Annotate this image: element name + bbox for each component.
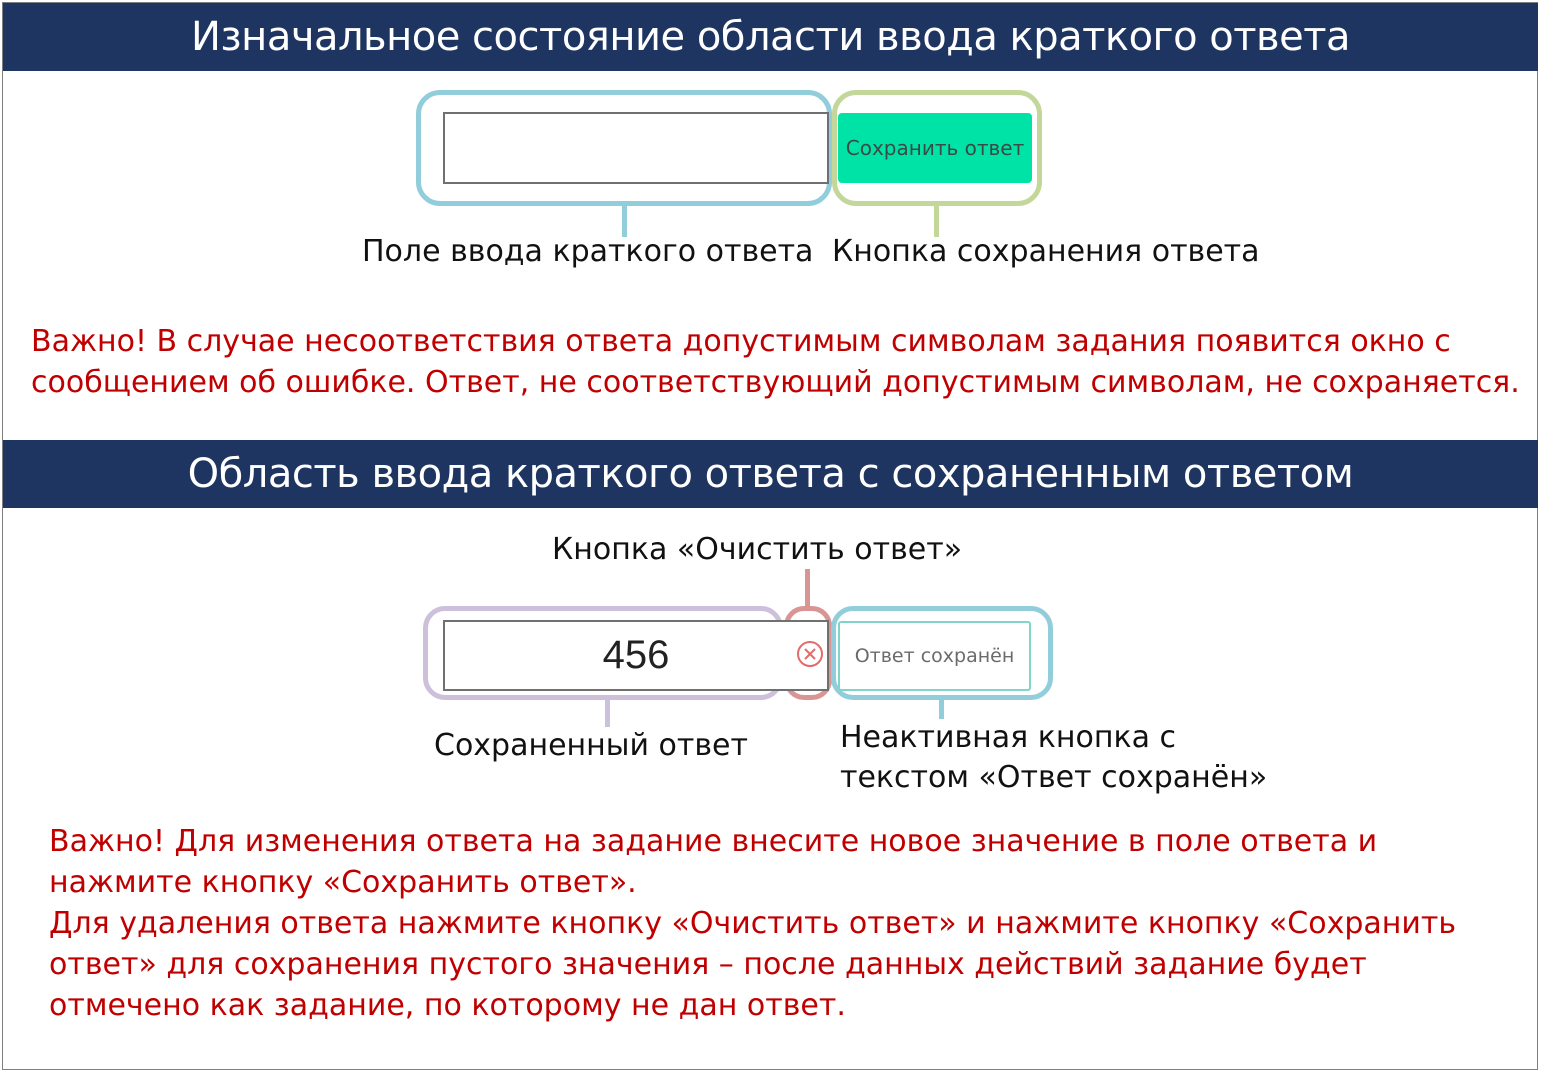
clear-button-label: Кнопка «Очистить ответ»: [552, 532, 963, 567]
section1-important-note: Важно! В случае несоответствия ответа до…: [31, 321, 1520, 403]
section2-important-note: Важно! Для изменения ответа на задание в…: [49, 821, 1456, 1026]
note-line: сообщением об ошибке. Ответ, не соответс…: [31, 365, 1520, 400]
note-line: нажмите кнопку «Сохранить ответ».: [49, 865, 637, 900]
short-answer-input[interactable]: [443, 112, 829, 184]
clear-answer-button[interactable]: [796, 640, 824, 668]
clear-callout-stem: [805, 569, 810, 607]
saved-button-description: Неактивная кнопка с текстом «Ответ сохра…: [840, 718, 1267, 798]
saved-value-label: Сохраненный ответ: [434, 728, 748, 763]
note-line: отмечено как задание, по которому не дан…: [49, 988, 846, 1023]
circle-x-icon: [797, 641, 823, 667]
saved-value-callout-stem: [605, 699, 610, 727]
input-field-label: Поле ввода краткого ответа: [362, 234, 814, 269]
note-line: Для удаления ответа нажмите кнопку «Очис…: [49, 906, 1457, 941]
saved-answer-input[interactable]: [443, 620, 829, 691]
note-line: ответ» для сохранения пустого значения –…: [49, 947, 1367, 982]
description-line: текстом «Ответ сохранён»: [840, 760, 1268, 795]
save-answer-button[interactable]: Сохранить ответ: [838, 113, 1032, 183]
section1-title: Изначальное состояние области ввода крат…: [3, 3, 1538, 71]
description-line: Неактивная кнопка с: [840, 720, 1176, 755]
section2-title: Область ввода краткого ответа с сохранен…: [3, 440, 1538, 508]
note-line: Важно! Для изменения ответа на задание в…: [49, 824, 1378, 859]
save-button-label: Кнопка сохранения ответа: [832, 234, 1260, 269]
note-line: Важно! В случае несоответствия ответа до…: [31, 324, 1451, 359]
answer-saved-button: Ответ сохранён: [838, 621, 1031, 691]
saved-button-callout-stem: [939, 699, 944, 719]
